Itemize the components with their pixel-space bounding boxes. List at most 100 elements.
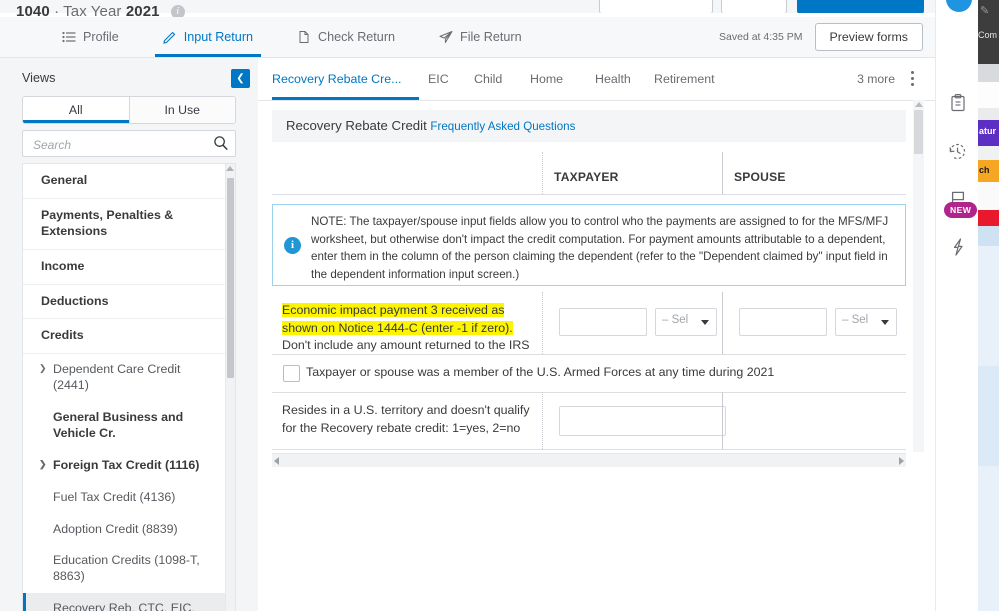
tree-item-dependent-care-credit[interactable]: ❯ Dependent Care Credit (2441) — [23, 354, 227, 402]
taxpayer-cell: – Sel — [542, 292, 723, 354]
tree-label: Income — [41, 258, 85, 273]
taxpayer-select[interactable]: – Sel — [655, 308, 717, 336]
spouse-cell: – Sel — [722, 292, 907, 354]
lightning-icon — [948, 237, 968, 257]
sidebar-scrollbar[interactable] — [225, 164, 235, 611]
tree-item-adoption-credit[interactable]: Adoption Credit (8839) — [23, 514, 227, 546]
tab-eic[interactable]: EIC — [428, 58, 449, 100]
views-header: Views ❮ — [0, 68, 258, 94]
note-text: NOTE: The taxpayer/spouse input fields a… — [311, 215, 889, 281]
tree-item-general[interactable]: General — [23, 164, 227, 199]
preview-forms-button[interactable]: Preview forms — [814, 23, 923, 51]
tab-child[interactable]: Child — [474, 58, 502, 100]
spouse-select[interactable]: – Sel — [835, 308, 897, 336]
tree-label: Credits — [41, 328, 84, 343]
spouse-amount-input[interactable] — [739, 308, 827, 336]
search-icon[interactable] — [213, 135, 229, 151]
toolbar-primary-button[interactable] — [797, 0, 924, 14]
column-label: TAXPAYER — [554, 170, 619, 184]
views-filter-segment: All In Use — [22, 96, 236, 124]
tree-label: General — [41, 173, 88, 187]
content-tabs: Recovery Rebate Cre... EIC Child Home He… — [258, 58, 935, 101]
tree-item-payments[interactable]: Payments, Penalties & Extensions — [23, 199, 227, 250]
chevron-right-icon: ❯ — [39, 363, 47, 374]
section-title: Recovery Rebate Credit — [286, 118, 427, 133]
sidebar-scrollbar-thumb[interactable] — [227, 178, 234, 378]
nav-item-input-return[interactable]: Input Return — [141, 17, 275, 57]
main-scrollbar-thumb[interactable] — [914, 110, 923, 154]
tree-item-deductions[interactable]: Deductions — [23, 285, 227, 320]
arrow-left-icon[interactable] — [274, 457, 279, 465]
spouse-cell — [722, 392, 907, 449]
sliver-text-ch: ch — [979, 165, 990, 175]
territory-input[interactable] — [559, 406, 726, 436]
tree-item-fuel-tax-credit[interactable]: Fuel Tax Credit (4136) — [23, 482, 227, 514]
nav-item-file-return[interactable]: File Return — [417, 17, 544, 57]
sliver-band-2 — [978, 82, 999, 109]
main-navbar: Profile Input Return Check Return File R… — [0, 17, 935, 58]
sliver-label-comment: Com — [978, 30, 998, 40]
horizontal-scrollbar[interactable] — [272, 453, 906, 467]
views-filter-in-use[interactable]: In Use — [128, 97, 235, 123]
chevron-down-icon — [701, 320, 709, 325]
chevron-down-icon — [881, 320, 889, 325]
rail-item-lightning[interactable] — [936, 228, 979, 266]
rail-item-clipboard[interactable] — [936, 84, 979, 122]
tree-label: Fuel Tax Credit (4136) — [53, 489, 176, 504]
tree-item-credits[interactable]: Credits — [23, 319, 227, 355]
tab-retirement[interactable]: Retirement — [654, 58, 715, 100]
history-clock-icon — [947, 141, 968, 162]
tree-item-income[interactable]: Income — [23, 250, 227, 285]
new-badge: NEW — [944, 202, 978, 218]
views-filter-all[interactable]: All — [23, 97, 129, 123]
sliver-band-orange: ch — [978, 160, 999, 182]
tabs-more-button[interactable]: 3 more — [857, 58, 895, 100]
nav-label-input-return: Input Return — [183, 30, 254, 44]
tab-label: Health — [595, 72, 631, 86]
nav-item-profile[interactable]: Profile — [40, 17, 141, 57]
tab-home[interactable]: Home — [530, 58, 563, 100]
tree-item-education-credits[interactable]: Education Credits (1098-T, 8863) — [23, 545, 227, 593]
rail-item-history[interactable] — [936, 132, 979, 170]
armed-forces-checkbox[interactable] — [283, 365, 300, 382]
sidebar-search — [22, 130, 236, 158]
tree-label: Dependent Care Credit (2441) — [53, 362, 181, 393]
row-label-rest: Don't include any amount returned to the… — [282, 338, 530, 353]
sliver-band-9 — [978, 226, 999, 246]
tree-item-foreign-tax-credit[interactable]: ❯ Foreign Tax Credit (1116) — [23, 450, 227, 482]
more-vertical-icon[interactable] — [905, 71, 919, 87]
scroll-up-arrow-icon[interactable] — [915, 102, 923, 107]
toolbar-button-2[interactable] — [721, 0, 787, 14]
table-row-us-territory: Resides in a U.S. territory and doesn't … — [272, 392, 906, 450]
main-panel: Recovery Rebate Cre... EIC Child Home He… — [258, 58, 935, 611]
sliver-band-1 — [978, 64, 999, 82]
sliver-band-11 — [978, 366, 999, 466]
pencil-icon: ✎ — [980, 5, 990, 17]
nav-right-actions: Saved at 4:35 PM Preview forms — [719, 17, 923, 57]
table-column-headers: TAXPAYER SPOUSE — [272, 152, 906, 195]
background-window-sliver[interactable]: ✎ Com atur ch — [978, 0, 999, 611]
nav-item-check-return[interactable]: Check Return — [275, 17, 417, 57]
right-rail: NEW — [935, 0, 979, 611]
tree-item-recovery-reb-ctc-eic[interactable]: Recovery Reb, CTC, EIC, Oth Credits — [23, 593, 227, 611]
faq-link[interactable]: Frequently Asked Questions — [430, 120, 575, 133]
toolbar-button-1[interactable] — [599, 0, 713, 14]
row-label-cell: Resides in a U.S. territory and doesn't … — [272, 392, 542, 447]
tab-label: Child — [474, 72, 503, 86]
scroll-up-arrow-icon[interactable] — [226, 166, 234, 171]
note-callout: i NOTE: The taxpayer/spouse input fields… — [272, 204, 906, 286]
tab-health[interactable]: Health — [595, 58, 631, 100]
avatar[interactable] — [946, 0, 972, 12]
arrow-right-icon[interactable] — [899, 457, 904, 465]
taxpayer-amount-input[interactable] — [559, 308, 647, 336]
tree-label: Adoption Credit (8839) — [53, 521, 178, 536]
tree-item-general-business-vehicle[interactable]: General Business and Vehicle Cr. — [23, 402, 227, 450]
tree-label: Deductions — [41, 293, 109, 308]
chevron-left-icon[interactable]: ❮ — [231, 69, 250, 88]
search-input[interactable] — [31, 131, 205, 158]
tab-label: EIC — [428, 72, 449, 86]
tree-label: Education Credits (1098-T, 8863) — [53, 553, 200, 584]
main-vertical-scrollbar[interactable] — [913, 100, 924, 452]
tab-label: Recovery Rebate Cre... — [272, 72, 402, 86]
tab-recovery-rebate-credit[interactable]: Recovery Rebate Cre... — [272, 58, 419, 100]
